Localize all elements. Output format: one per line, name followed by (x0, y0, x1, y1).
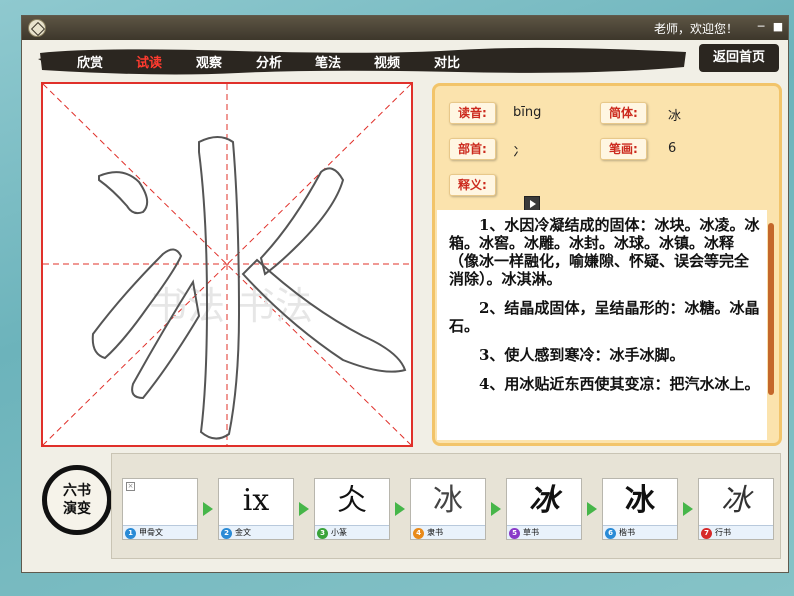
simplified-value: 冰 (668, 109, 682, 124)
evolution-glyph: 冰 (721, 483, 751, 518)
logo-icon (28, 19, 46, 37)
arrow-right-icon (683, 502, 693, 516)
evolution-glyph: 冰 (433, 483, 463, 518)
info-panel: 读音: bīng 简体: 冰 部首: 冫 笔画: 6 释义: 1、水因冷凝结成的… (432, 83, 782, 446)
evolution-card-regular[interactable]: 冰 6 楷书 (602, 478, 678, 540)
evolution-card-running[interactable]: 冰 7 行书 (698, 478, 774, 540)
arrow-right-icon (587, 502, 597, 516)
evolution-glyph: 冰 (625, 483, 655, 518)
evolution-card-oracle[interactable]: × 1 甲骨文 (122, 478, 198, 540)
evolution-strip: × 1 甲骨文 ⅸ 2 金文 仌 3 小篆 冰 4 隶书 冰 5 草书 冰 6 … (111, 453, 781, 559)
stage-label: 金文 (235, 528, 251, 537)
pinyin-label: 读音: (449, 102, 496, 124)
grid-lines: 书法 书法 (43, 84, 411, 445)
evolution-card-seal[interactable]: 仌 3 小篆 (314, 478, 390, 540)
pinyin-value: bīng (513, 105, 542, 120)
welcome-text: 老师，欢迎您！ (654, 22, 739, 36)
definition-item: 4、用冰贴近东西使其变凉：把汽水冰上。 (479, 375, 760, 393)
broken-image-icon: × (126, 482, 135, 491)
definition-item: 2、结晶成固体，呈结晶形的：冰糖。冰晶石。 (449, 299, 760, 335)
nav-bar: 欣赏 试读 观察 分析 笔法 视频 对比 (38, 45, 783, 77)
stage-label: 行书 (715, 528, 731, 537)
evolution-card-bronze[interactable]: ⅸ 2 金文 (218, 478, 294, 540)
stage-label: 隶书 (427, 528, 443, 537)
character-grid: 书法 书法 (41, 82, 413, 447)
app-window: 老师，欢迎您！ ─ ■ 欣赏 试读 观察 分析 笔法 视频 对比 返回首页 书法… (21, 15, 789, 573)
scrollbar[interactable] (768, 223, 774, 395)
evolution-card-clerical[interactable]: 冰 4 隶书 (410, 478, 486, 540)
definition-item: 3、使人感到寒冷：冰手冰脚。 (479, 346, 685, 364)
stage-number: 4 (413, 528, 424, 539)
stage-label: 草书 (523, 528, 539, 537)
close-icon[interactable]: ■ (772, 21, 784, 33)
evolution-glyph: ⅸ (242, 483, 270, 518)
evolution-glyph: 仌 (337, 483, 367, 518)
badge-line-1: 六书 (63, 483, 91, 499)
nav-item-compare[interactable]: 对比 (434, 52, 460, 71)
stage-number: 2 (221, 528, 232, 539)
stage-number: 7 (701, 528, 712, 539)
stage-number: 1 (125, 528, 136, 539)
badge-line-2: 演变 (63, 501, 91, 517)
evolution-glyph: 冰 (529, 483, 559, 518)
title-bar: 老师，欢迎您！ ─ ■ (22, 16, 788, 40)
stage-number: 6 (605, 528, 616, 539)
minimize-icon[interactable]: ─ (755, 21, 767, 33)
arrow-right-icon (395, 502, 405, 516)
simplified-label: 简体: (600, 102, 647, 124)
arrow-right-icon (491, 502, 501, 516)
nav-item-video[interactable]: 视频 (374, 52, 400, 71)
definition-list[interactable]: 1、水因冷凝结成的固体：冰块。冰凌。冰箱。冰窖。冰雕。冰封。冰球。冰镇。冰释（像… (437, 210, 767, 440)
stage-number: 5 (509, 528, 520, 539)
play-icon[interactable] (524, 196, 540, 211)
evolution-section: 六书 演变 × 1 甲骨文 ⅸ 2 金文 仌 3 小篆 冰 4 隶书 冰 5 草… (22, 450, 788, 570)
definition-label: 释义: (449, 174, 496, 196)
evolution-card-cursive[interactable]: 冰 5 草书 (506, 478, 582, 540)
nav-item-analyze[interactable]: 分析 (256, 52, 282, 71)
evolution-badge: 六书 演变 (42, 465, 112, 535)
stage-label: 甲骨文 (139, 528, 163, 537)
stage-label: 楷书 (619, 528, 635, 537)
radical-value: 冫 (513, 145, 527, 160)
home-button[interactable]: 返回首页 (699, 44, 779, 72)
nav-item-brushwork[interactable]: 笔法 (315, 52, 341, 71)
stage-number: 3 (317, 528, 328, 539)
arrow-right-icon (299, 502, 309, 516)
nav-item-appreciate[interactable]: 欣赏 (77, 52, 103, 71)
watermark-text: 书法 书法 (149, 284, 313, 328)
strokes-label: 笔画: (600, 138, 647, 160)
strokes-value: 6 (668, 141, 677, 156)
stage-label: 小篆 (331, 528, 347, 537)
arrow-right-icon (203, 502, 213, 516)
nav-item-observe[interactable]: 观察 (196, 52, 222, 71)
radical-label: 部首: (449, 138, 496, 160)
nav-item-read[interactable]: 试读 (136, 52, 162, 71)
definition-item: 1、水因冷凝结成的固体：冰块。冰凌。冰箱。冰窖。冰雕。冰封。冰球。冰镇。冰释（像… (449, 216, 760, 288)
